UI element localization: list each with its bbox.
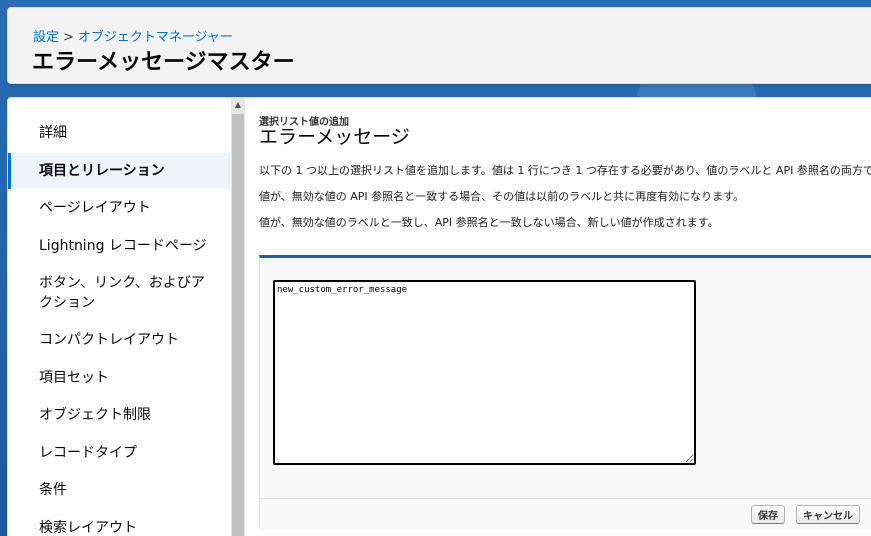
sidebar-item-field-sets[interactable]: 項目セット [8, 368, 230, 388]
sidebar-item-conditions[interactable]: 条件 [8, 480, 230, 500]
cancel-button[interactable]: キャンセル [796, 505, 860, 524]
breadcrumb-object-manager-link[interactable]: オブジェクトマネージャー [78, 30, 233, 45]
picklist-values-textarea[interactable]: new_custom_error_message [273, 280, 696, 465]
content-card: 詳細 項目とリレーション ページレイアウト Lightning レコードページ … [7, 97, 871, 536]
sidebar-item-compact-layouts[interactable]: コンパクトレイアウト [8, 330, 230, 350]
breadcrumb-separator: > [63, 30, 74, 45]
description-line-2: 値が、無効な値の API 参照名と一致する場合、その値は以前のラベルと共に再度有… [259, 190, 745, 203]
section-title: エラーメッセージ [259, 126, 410, 148]
sidebar-item-fields-relationships[interactable]: 項目とリレーション [8, 153, 230, 189]
page-title: エラーメッセージマスター [32, 50, 295, 75]
scroll-up-arrow-icon[interactable]: ▲ [231, 98, 245, 112]
picklist-form: new_custom_error_message 保存 キャンセル [259, 255, 871, 529]
sidebar-item-lightning-record-pages[interactable]: Lightning レコードページ [8, 236, 230, 256]
sidebar-item-details[interactable]: 詳細 [8, 123, 230, 143]
breadcrumb-setup-link[interactable]: 設定 [33, 30, 59, 45]
picklist-add-panel: 選択リスト値の追加 エラーメッセージ 以下の 1 つ以上の選択リスト値を追加しま… [259, 98, 871, 536]
sidebar-item-object-limits[interactable]: オブジェクト制限 [8, 405, 230, 425]
save-button[interactable]: 保存 [751, 505, 785, 524]
object-sidebar: 詳細 項目とリレーション ページレイアウト Lightning レコードページ … [8, 98, 230, 536]
sidebar-item-record-types[interactable]: レコードタイプ [8, 443, 230, 463]
sidebar-item-page-layouts[interactable]: ページレイアウト [8, 198, 230, 218]
description-line-3: 値が、無効な値のラベルと一致し、API 参照名と一致しない場合、新しい値が作成さ… [259, 216, 719, 229]
page-header: 設定 > オブジェクトマネージャー エラーメッセージマスター [7, 7, 871, 84]
sidebar-item-search-layouts[interactable]: 検索レイアウト [8, 518, 230, 536]
breadcrumb: 設定 > オブジェクトマネージャー [33, 26, 233, 45]
vertical-scrollbar[interactable]: ▲ [231, 98, 245, 536]
scroll-thumb[interactable] [232, 114, 244, 536]
button-bar: 保存 キャンセル [260, 498, 871, 529]
description-line-1: 以下の 1 つ以上の選択リスト値を追加します。値は 1 行につき 1 つ存在する… [259, 164, 871, 177]
sidebar-item-buttons-links-actions[interactable]: ボタン、リンク、およびアクション [8, 273, 208, 313]
